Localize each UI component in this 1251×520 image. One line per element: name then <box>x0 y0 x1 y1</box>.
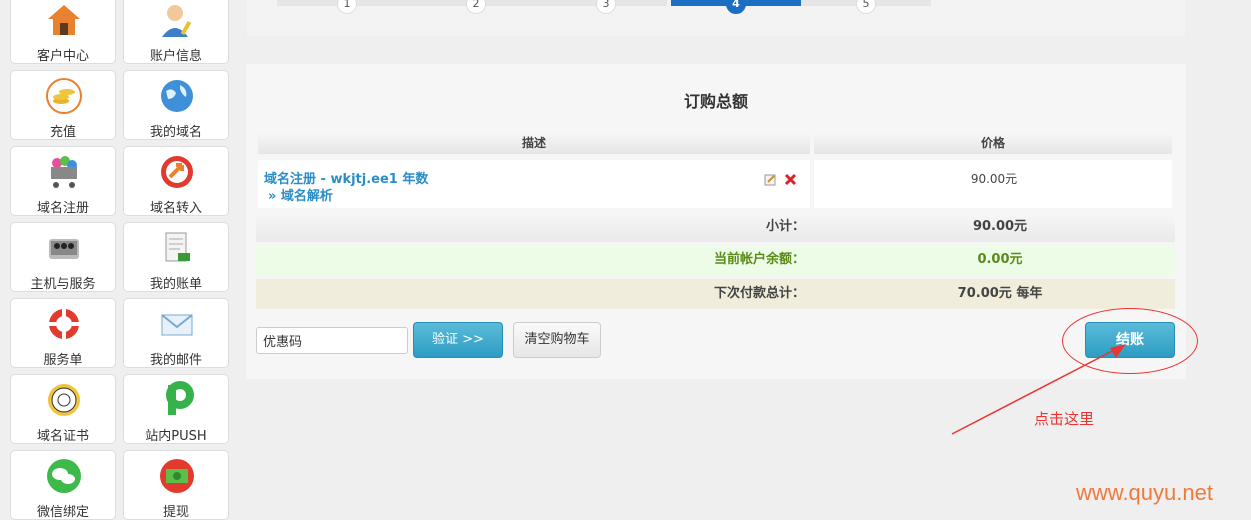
sidebar-item-customer-center[interactable]: 客户中心 <box>10 0 116 64</box>
sidebar-item-label: 站内PUSH <box>145 429 207 444</box>
sidebar-item-service-tickets[interactable]: 服务单 <box>10 298 116 368</box>
sidebar-item-domain-certificate[interactable]: 域名证书 <box>10 374 116 444</box>
coins-icon <box>46 78 82 114</box>
certificate-seal-icon <box>48 384 80 416</box>
step-1: 1 <box>337 0 357 14</box>
sidebar-item-account-info[interactable]: 账户信息 <box>123 0 229 64</box>
home-icon <box>48 5 80 35</box>
clear-cart-button[interactable]: 清空购物车 <box>513 322 601 358</box>
globe-icon <box>161 80 193 112</box>
next-payment-value: 70.00元 每年 <box>957 286 1043 301</box>
sidebar-item-recharge[interactable]: 充值 <box>10 70 116 140</box>
order-title: 订购总额 <box>683 92 748 111</box>
sidebar-item-label: 提现 <box>162 505 189 520</box>
col-header-price: 价格 <box>814 132 1172 154</box>
delete-icon[interactable] <box>784 173 797 186</box>
sidebar-item-label: 我的域名 <box>149 125 202 140</box>
sidebar-item-domain-transfer[interactable]: 域名转入 <box>123 146 229 216</box>
sidebar-item-label: 充值 <box>49 125 76 140</box>
annotation-text: 点击这里 <box>1034 410 1095 428</box>
lifebuoy-icon <box>49 309 79 339</box>
push-p-icon <box>166 381 194 415</box>
invoice-icon <box>165 232 190 262</box>
sidebar-item-label: 服务单 <box>43 353 83 368</box>
verify-button[interactable]: 验证 >> <box>413 322 503 358</box>
order-steps: 1 2 3 4 5 <box>247 0 1185 36</box>
next-payment-row: 下次付款总计： 70.00元 每年 <box>256 279 1175 309</box>
sidebar-item-label: 账户信息 <box>149 49 202 64</box>
sidebar-item-label: 域名注册 <box>36 201 89 216</box>
sidebar-item-my-mail[interactable]: 我的邮件 <box>123 298 229 368</box>
step-4: 4 <box>726 0 746 14</box>
sidebar-item-my-domains[interactable]: 我的域名 <box>123 70 229 140</box>
wechat-icon <box>47 459 81 493</box>
balance-label: 当前帐户余额： <box>713 252 805 267</box>
sidebar-item-label: 我的账单 <box>149 277 202 292</box>
step-2: 2 <box>466 0 486 14</box>
subtotal-value: 90.00元 <box>972 219 1028 234</box>
sidebar-item-wechat-bind[interactable]: 微信绑定 <box>10 450 116 520</box>
balance-row: 当前帐户余额： 0.00元 <box>256 245 1175 275</box>
sidebar-item-label: 微信绑定 <box>36 505 89 520</box>
money-icon <box>160 459 194 493</box>
item-addon-link[interactable]: » 域名解析 <box>268 185 333 204</box>
sidebar-item-withdraw[interactable]: 提现 <box>123 450 229 520</box>
balance-value: 0.00元 <box>977 252 1023 267</box>
sidebar-item-hosting-services[interactable]: 主机与服务 <box>10 222 116 292</box>
col-header-description: 描述 <box>258 132 810 154</box>
subtotal-row: 小计： 90.00元 <box>256 212 1175 242</box>
item-price: 90.00元 <box>970 172 1018 186</box>
sidebar-item-label: 域名证书 <box>36 429 89 444</box>
sidebar-item-site-push[interactable]: 站内PUSH <box>123 374 229 444</box>
step-5: 5 <box>856 0 876 14</box>
watermark-text: www.quyu.net <box>1076 480 1213 505</box>
mail-icon <box>161 314 193 336</box>
subtotal-label: 小计： <box>765 219 805 234</box>
sidebar-item-label: 我的邮件 <box>149 353 202 368</box>
step-3: 3 <box>596 0 616 14</box>
next-payment-label: 下次付款总计： <box>713 286 805 301</box>
sidebar-item-label: 域名转入 <box>149 201 202 216</box>
server-icon <box>49 239 79 259</box>
edit-icon[interactable] <box>764 173 777 186</box>
transfer-arrow-icon <box>161 156 193 188</box>
sidebar-item-domain-register[interactable]: 域名注册 <box>10 146 116 216</box>
user-icon <box>162 5 192 37</box>
sidebar-item-label: 主机与服务 <box>30 277 96 292</box>
sidebar-item-label: 客户中心 <box>36 49 89 64</box>
sidebar-item-my-bills[interactable]: 我的账单 <box>123 222 229 292</box>
coupon-input[interactable] <box>256 327 408 354</box>
cart-icon <box>51 156 77 188</box>
